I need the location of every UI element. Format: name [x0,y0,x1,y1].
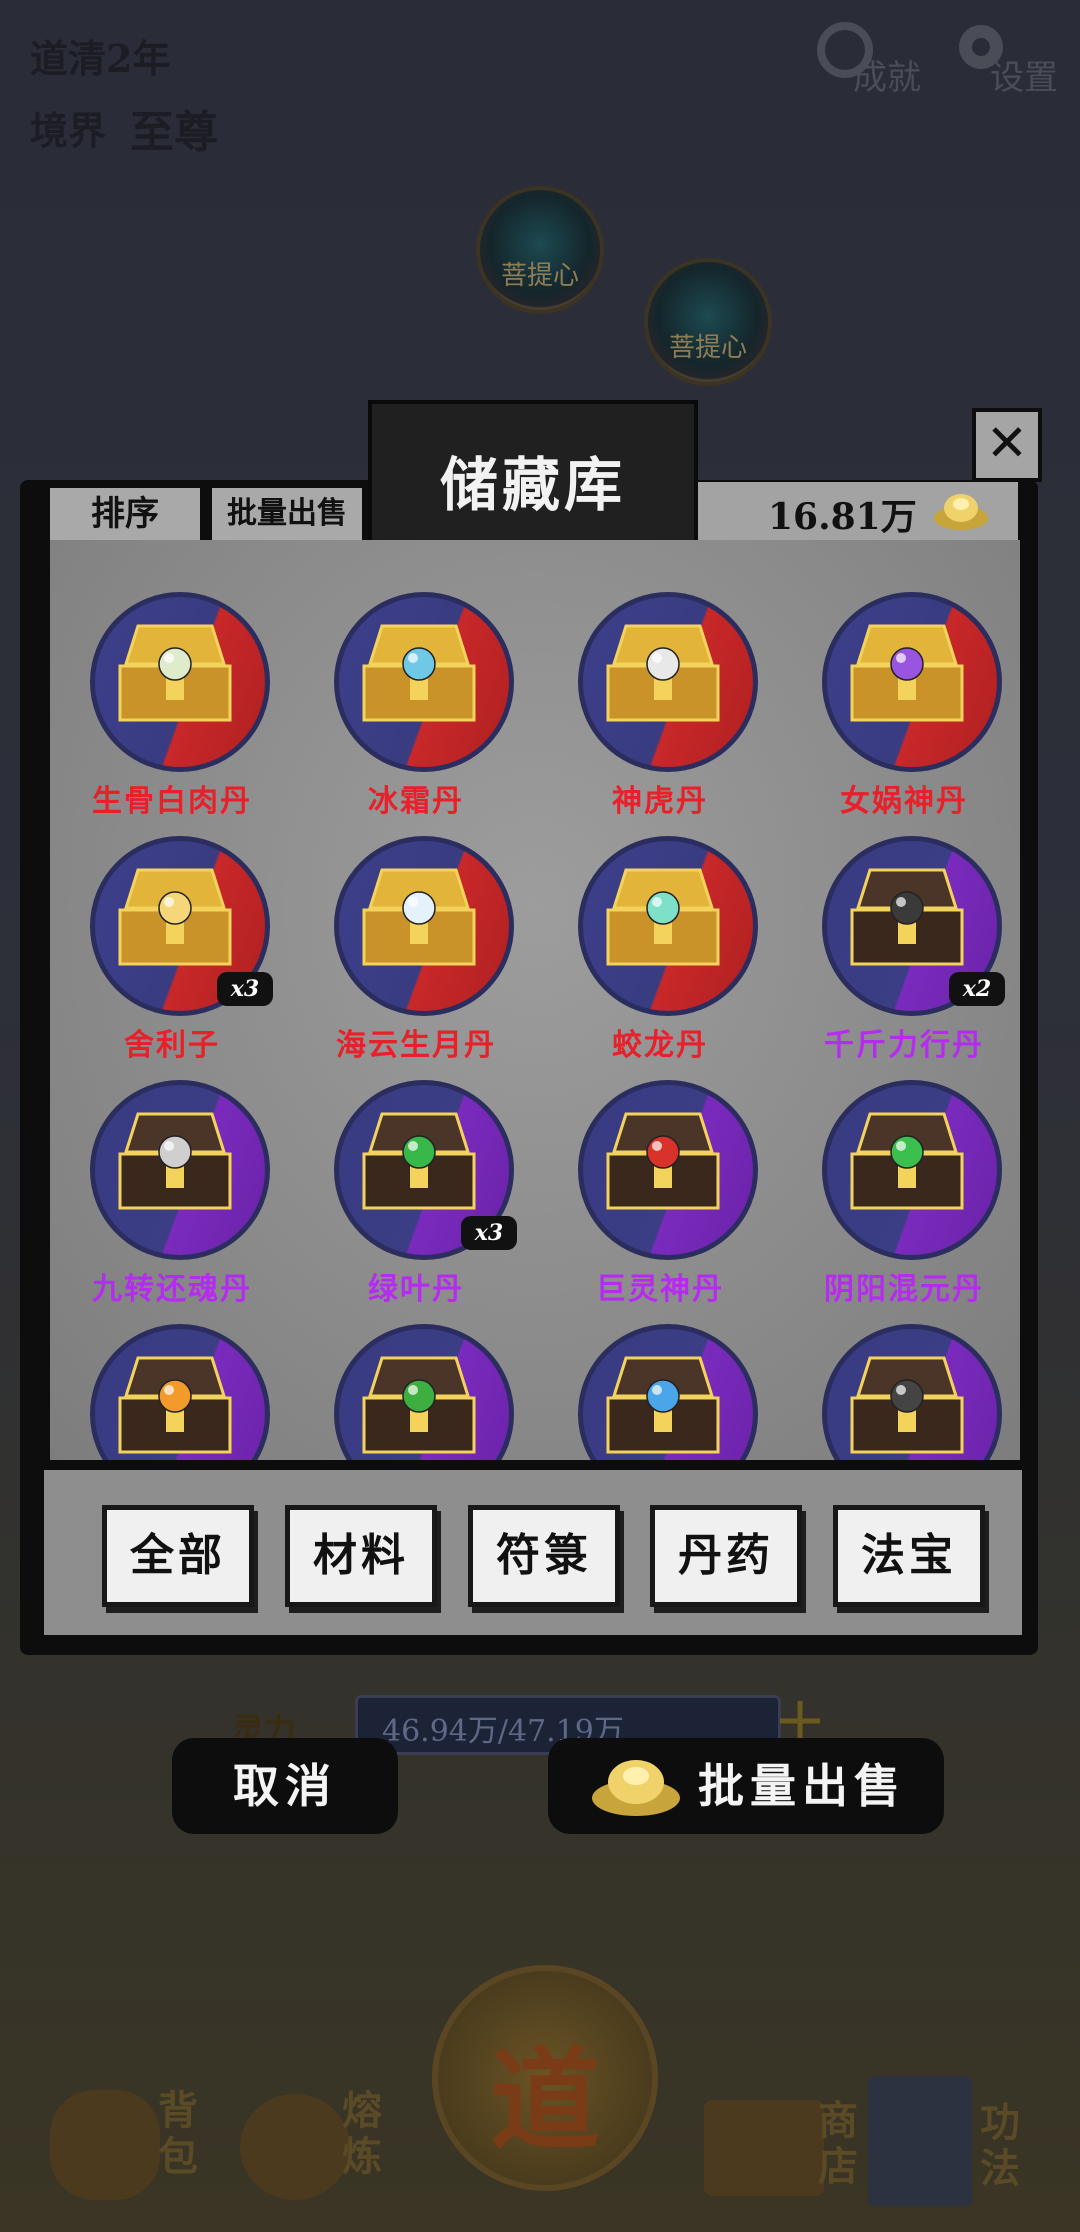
close-button[interactable]: ✕ [972,408,1042,482]
batch-sell-tab[interactable]: 批量出售 [212,488,362,540]
category-tab-treasures[interactable]: 法宝 [833,1505,985,1607]
treasure-chest-icon [362,1112,476,1210]
close-icon: ✕ [986,414,1028,472]
item-name: 海云生月丹 [336,1028,496,1063]
item-name: 生骨白肉丹 [92,784,252,819]
treasure-chest-icon [118,1356,232,1454]
item-name: 神虎丹 [612,784,708,819]
treasure-chest-icon [606,624,720,722]
nav-shop-label: 商店 [818,2097,858,2190]
item-name: 九转还魂丹 [92,1272,252,1307]
realm-label: 境界 [30,108,107,153]
treasure-chest-icon [850,624,964,722]
treasure-chest-icon [362,624,476,722]
treasure-chest-icon [606,1356,720,1454]
treasure-chest-icon [118,1112,232,1210]
storage-item[interactable]: 千斤力行丹 x2 [814,836,1005,1072]
item-grid: 生骨白肉丹 冰霜丹 神虎丹 女娲神丹舍利子 x3 海云生月丹 蛟龙丹 千斤力行丹 x2 九转还魂丹… [50,540,1020,1460]
treasure-chest-icon [606,868,720,966]
settings-label: 设置 [990,58,1058,98]
storage-item[interactable]: 女娲神丹 [814,592,1002,828]
storage-item[interactable] [814,1324,1002,1460]
dao-seal-icon: 道 [490,2036,600,2165]
item-name: 绿叶丹 [368,1272,464,1307]
nav-bag[interactable]: 背包 [40,2070,230,2220]
storage-item[interactable]: 九转还魂丹 [82,1080,270,1316]
nav-skills-label: 功法 [980,2099,1020,2192]
storage-item[interactable]: 神虎丹 [570,592,758,828]
storage-item[interactable]: 生骨白肉丹 [82,592,270,828]
item-count-badge: x3 [461,1216,517,1250]
gold-ingot-icon [934,494,988,530]
item-name: 巨灵神丹 [596,1272,724,1307]
item-name: 冰霜丹 [368,784,464,819]
storage-item[interactable] [326,1324,514,1460]
storage-item[interactable]: 巨灵神丹 [570,1080,758,1316]
realm-year-text: 道清2年 [30,36,171,81]
category-tab-talismans[interactable]: 符箓 [468,1505,620,1607]
category-tab-all[interactable]: 全部 [102,1505,254,1607]
realm-value: 至尊 [130,107,218,158]
batch-sell-button[interactable]: 批量出售 [548,1738,944,1834]
treasure-chest-icon [118,624,232,722]
batch-sell-label: 批量出售 [698,1759,906,1813]
bodhi-orb-2[interactable]: 菩提心 [644,258,772,386]
currency-value: 16.81万 [768,496,917,538]
dao-seal-button[interactable]: 道 [432,1965,658,2191]
treasure-chest-icon [118,868,232,966]
orb-label: 菩提心 [668,333,747,363]
nav-skills[interactable]: 功法 [860,2060,1050,2220]
scroll-icon [704,2100,824,2196]
storage-item[interactable]: 绿叶丹 x3 [326,1080,517,1316]
item-name: 舍利子 [124,1028,220,1063]
treasure-chest-icon [606,1112,720,1210]
storage-item[interactable] [82,1324,270,1460]
treasure-chest-icon [850,1112,964,1210]
treasure-chest-icon [362,868,476,966]
nav-smelt[interactable]: 熔炼 [230,2070,420,2220]
achievements-button[interactable]: 成就 [815,18,935,98]
bodhi-orb-1[interactable]: 菩提心 [476,186,604,314]
cancel-button[interactable]: 取消 [172,1738,398,1834]
sort-button[interactable]: 排序 [50,488,200,540]
orb-label: 菩提心 [500,261,579,291]
storage-item[interactable] [570,1324,758,1460]
treasure-chest-icon [850,868,964,966]
storage-item[interactable]: 蛟龙丹 [570,836,758,1072]
category-tab-pills[interactable]: 丹药 [650,1505,802,1607]
storage-title: 储藏库 [439,451,626,519]
nav-smelt-label: 熔炼 [342,2087,382,2180]
settings-button[interactable]: 设置 [948,14,1078,98]
item-name: 阴阳混元丹 [824,1272,984,1307]
item-name: 女娲神丹 [840,784,968,819]
nav-bag-label: 背包 [158,2087,198,2180]
category-tab-materials[interactable]: 材料 [285,1505,437,1607]
storage-item[interactable]: 舍利子 x3 [82,836,273,1072]
treasure-chest-icon [362,1356,476,1454]
item-count-badge: x2 [949,972,1005,1006]
bag-icon [50,2090,160,2200]
gold-ingot-icon [592,1760,680,1816]
nav-shop[interactable]: 商店 [700,2070,870,2220]
item-name: 千斤力行丹 [824,1028,984,1063]
book-icon [868,2076,972,2206]
item-name: 蛟龙丹 [612,1028,708,1063]
achievements-label: 成就 [853,58,921,98]
furnace-icon [240,2094,350,2200]
storage-item[interactable]: 阴阳混元丹 [814,1080,1002,1316]
storage-item[interactable]: 冰霜丹 [326,592,514,828]
storage-item[interactable]: 海云生月丹 [326,836,514,1072]
item-count-badge: x3 [217,972,273,1006]
treasure-chest-icon [850,1356,964,1454]
storage-title-plate: 储藏库 [368,400,698,548]
